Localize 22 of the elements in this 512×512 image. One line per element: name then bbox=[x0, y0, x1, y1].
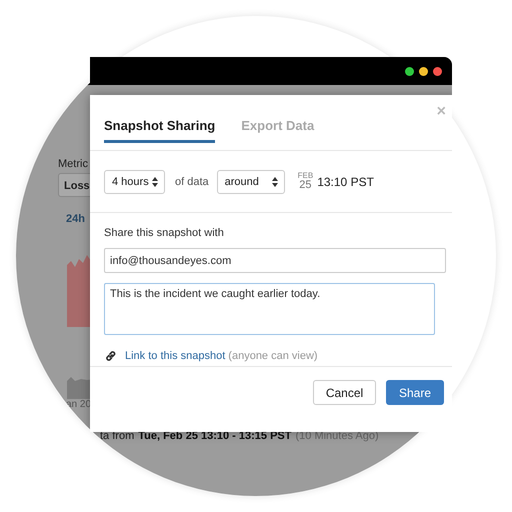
message-field[interactable]: This is the incident we caught earlier today. bbox=[104, 283, 435, 335]
window-control[interactable] bbox=[419, 66, 428, 76]
metric-label: Metric bbox=[58, 158, 88, 170]
cancel-button[interactable]: Cancel bbox=[313, 380, 376, 405]
sort-icon bbox=[152, 176, 158, 186]
dialog-tab[interactable]: Snapshot Sharing bbox=[104, 118, 216, 143]
status-prefix: ta from bbox=[100, 430, 134, 442]
window-control[interactable] bbox=[405, 66, 414, 76]
date-day: 25 bbox=[299, 180, 312, 191]
time-label: 13:10 PST bbox=[317, 174, 374, 188]
link-note: (anyone can view) bbox=[228, 350, 318, 362]
duration-suffix: of data bbox=[175, 176, 209, 188]
share-button[interactable]: Share bbox=[386, 380, 444, 405]
sort-icon bbox=[272, 176, 278, 186]
anchor-select[interactable]: around bbox=[216, 170, 285, 194]
duration-select[interactable]: 4 hours bbox=[104, 170, 165, 194]
share-label: Share this snapshot with bbox=[104, 227, 225, 239]
snapshot-link[interactable]: Link to this snapshot bbox=[125, 350, 226, 362]
link-icon bbox=[104, 349, 118, 363]
email-field[interactable]: info@thousandeyes.com bbox=[104, 248, 446, 273]
date-month: FEB bbox=[298, 172, 314, 180]
window-control[interactable] bbox=[433, 66, 442, 76]
